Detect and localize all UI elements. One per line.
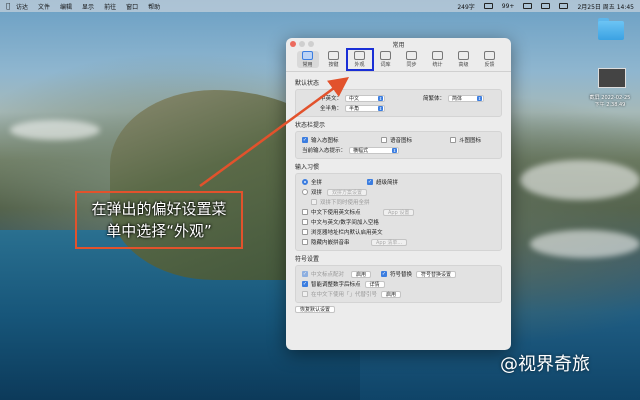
simp-trad-label: 简繁体： [422, 96, 445, 102]
window-title: 常用 [392, 41, 405, 49]
voice-icon-checkbox[interactable] [381, 137, 387, 143]
space-between-checkbox[interactable] [302, 219, 308, 225]
window-titlebar[interactable]: 常用 [286, 38, 511, 50]
shuangpin-scheme-button[interactable]: 双拼方案设置 [327, 188, 368, 196]
section-input-habits: 输入习惯 [295, 164, 320, 171]
fullhalf-select[interactable]: 半角 ⇕ [345, 104, 385, 112]
menu-go[interactable]: 前往 [104, 2, 116, 11]
chevron-icon: ⇕ [378, 105, 383, 111]
screenshot-file-icon[interactable] [598, 68, 626, 88]
restore-defaults-button[interactable]: 恢复默认设置 [295, 306, 336, 313]
feedback-icon [484, 51, 495, 60]
super-simple-checkbox[interactable]: ✓ [367, 179, 373, 185]
cloud [520, 160, 640, 200]
display-icon[interactable] [483, 3, 493, 9]
doutu-icon-checkbox[interactable] [450, 137, 456, 143]
menu-window[interactable]: 窗口 [126, 2, 138, 11]
cloud [530, 230, 640, 258]
appearance-icon [354, 51, 365, 60]
quote-replace-checkbox[interactable] [302, 291, 308, 297]
tab-advanced[interactable]: 高级 [453, 51, 475, 68]
preferences-content: 默认状态 中英文： 中文 ⇕ 简繁体： 简体 ⇕ 全半角： 半角 ⇕ 状态栏提示 ✓ … [286, 72, 511, 316]
section-symbols: 符号设置 [295, 256, 320, 263]
wifi-icon[interactable] [541, 3, 551, 9]
input-icon-checkbox[interactable]: ✓ [302, 137, 308, 143]
browser-en-checkbox[interactable] [302, 229, 308, 235]
annotation-line-1: 在弹出的偏好设置菜 [91, 200, 227, 218]
quote-replace-enable-button[interactable]: 启用 [381, 290, 402, 298]
annotation-box: 在弹出的偏好设置菜 单中选择“外观” [75, 191, 243, 249]
input-habits-group: 全拼 ✓ 超级简拼 双拼 双拼方案设置 双拼下同时使用全拼 中文下使用英文标点 … [295, 173, 502, 251]
punct-pair-enable-button[interactable]: 启用 [351, 270, 372, 278]
simp-trad-select[interactable]: 简体 ⇕ [448, 94, 484, 102]
status-bar-group: ✓ 输入态图标 语音图标 斗图图标 当前输入态提示： 横幅式 ⇕ [295, 131, 502, 159]
hide-candidate-checkbox[interactable] [302, 239, 308, 245]
tab-stats[interactable]: 统计 [427, 51, 449, 68]
control-center-icon[interactable] [559, 3, 569, 9]
notification-count[interactable]: 99+ [502, 3, 515, 10]
smart-punct-checkbox[interactable]: ✓ [302, 281, 308, 287]
tab-feedback[interactable]: 反馈 [479, 51, 501, 68]
apple-icon[interactable]:  [6, 2, 16, 10]
cn-en-label: 中英文： [319, 96, 342, 102]
app-settings-button[interactable]: App 设置 [383, 208, 415, 216]
sync-icon [406, 51, 417, 60]
menu-view[interactable]: 显示 [82, 2, 94, 11]
tab-appearance[interactable]: 外观 [345, 48, 374, 71]
dictionary-icon [380, 51, 391, 60]
hint-label: 当前输入态提示： [302, 148, 347, 154]
keyboard-icon [328, 51, 339, 60]
hint-select[interactable]: 横幅式 ⇕ [349, 146, 400, 154]
shuangpin-sub-checkbox[interactable] [311, 199, 317, 205]
menu-help[interactable]: 帮助 [148, 2, 160, 11]
preferences-toolbar: 常用 按键 外观 词库 同步 统计 高级 反馈 [286, 48, 511, 72]
fullhalf-label: 全半角： [319, 106, 342, 112]
app-list-button[interactable]: App 清单... [371, 238, 408, 246]
chevron-icon: ⇕ [378, 95, 383, 101]
watermark: @视界奇旅 [500, 354, 590, 375]
cpu-indicator[interactable]: 249字 [457, 2, 474, 11]
quanpin-radio[interactable] [302, 179, 308, 185]
status-area: 249字 99+ 2月25日 周五 14:45 [457, 2, 634, 11]
preferences-window: 常用 常用 按键 外观 词库 同步 统计 高级 反馈 默认状态 中英文： 中文 ⇕… [286, 38, 511, 350]
battery-icon[interactable] [523, 3, 533, 9]
general-icon [302, 51, 313, 60]
chevron-icon: ⇕ [477, 95, 482, 101]
shuangpin-radio[interactable] [302, 189, 308, 195]
symbols-group: ✓ 中文标点配对 启用 ✓ 符号替换 符号替换设置 ✓ 智能调整数字后标点 详情… [295, 265, 502, 303]
tab-general[interactable]: 常用 [296, 51, 319, 68]
tab-dictionary[interactable]: 词库 [375, 51, 397, 68]
cloud [10, 120, 100, 140]
cn-punct-pair-checkbox[interactable]: ✓ [302, 271, 308, 277]
menu-bar:  访达 文件 编辑 显示 前往 窗口 帮助 249字 99+ 2月25日 周五… [0, 0, 640, 12]
smart-punct-detail-button[interactable]: 详情 [364, 280, 385, 288]
folder-icon[interactable] [598, 18, 624, 40]
section-default-state: 默认状态 [295, 80, 320, 87]
symbol-replace-checkbox[interactable]: ✓ [381, 271, 388, 277]
stats-icon [432, 51, 443, 60]
chevron-icon: ⇕ [392, 147, 398, 153]
menu-file[interactable]: 文件 [38, 2, 50, 11]
tab-sync[interactable]: 同步 [401, 51, 423, 68]
clock[interactable]: 2月25日 周五 14:45 [577, 2, 634, 11]
tab-keys[interactable]: 按键 [323, 51, 345, 68]
annotation-line-2: 单中选择“外观” [106, 222, 212, 240]
cn-en-punct-checkbox[interactable] [302, 209, 308, 215]
section-status-bar: 状态栏提示 [295, 122, 326, 129]
advanced-icon [458, 51, 469, 60]
menu-edit[interactable]: 编辑 [60, 2, 72, 11]
symbol-replace-settings-button[interactable]: 符号替换设置 [416, 270, 457, 278]
screenshot-file-label: 截屏 2022-02-25 下午 2.38.49 [589, 95, 631, 108]
default-state-group: 中英文： 中文 ⇕ 简繁体： 简体 ⇕ 全半角： 半角 ⇕ [295, 89, 502, 117]
cn-en-select[interactable]: 中文 ⇕ [345, 94, 385, 102]
menu-finder[interactable]: 访达 [16, 2, 28, 11]
